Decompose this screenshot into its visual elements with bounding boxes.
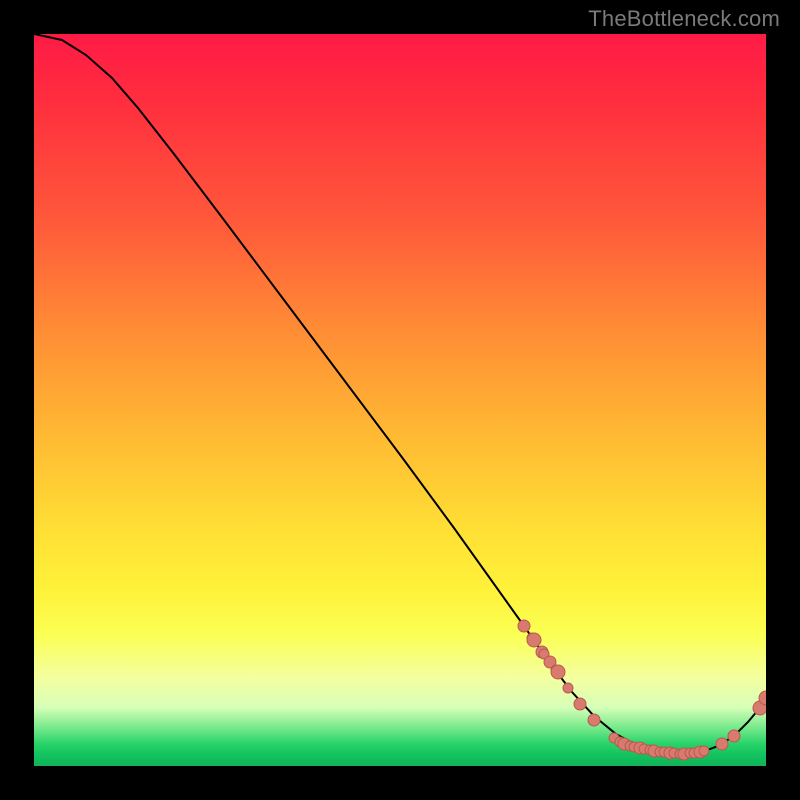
data-dot [563, 683, 573, 693]
data-dots [518, 620, 766, 760]
data-dot [574, 698, 586, 710]
watermark-text: TheBottleneck.com [588, 6, 780, 32]
chart-stage: TheBottleneck.com [0, 0, 800, 800]
curve-svg [34, 34, 766, 766]
data-dot [716, 738, 728, 750]
data-dot [551, 665, 565, 679]
data-dot [588, 714, 600, 726]
data-dot [527, 633, 541, 647]
data-dot [699, 746, 709, 756]
data-dot [518, 620, 530, 632]
plot-area [34, 34, 766, 766]
bottleneck-curve [34, 34, 766, 754]
data-dot [728, 730, 740, 742]
